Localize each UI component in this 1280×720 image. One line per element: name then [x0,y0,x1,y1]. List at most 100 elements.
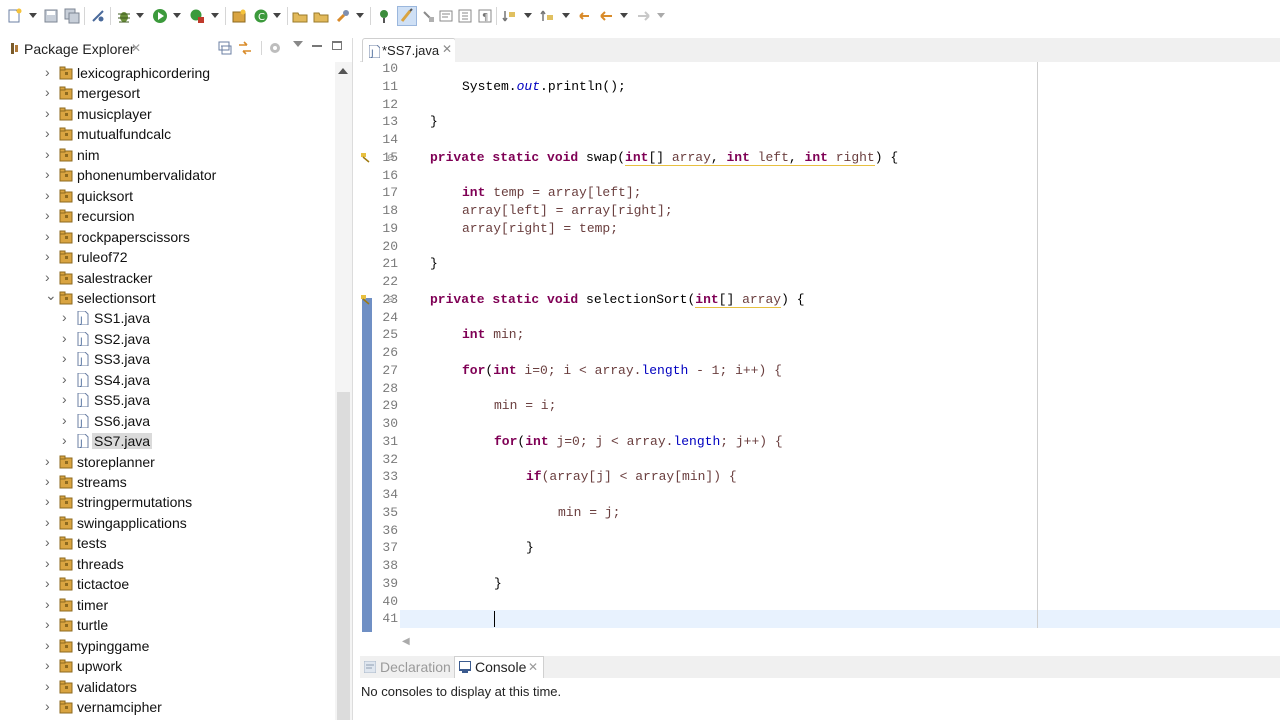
chevron-right-icon[interactable]: › [45,575,55,591]
tree-item[interactable]: › salestracker [0,269,335,288]
tree-item[interactable]: › turtle [0,616,335,635]
tree-item[interactable]: › musicplayer [0,105,335,124]
tree-item[interactable]: › timer [0,596,335,615]
chevron-down-icon[interactable] [620,13,628,18]
chevron-right-icon[interactable]: › [45,105,55,121]
chevron-down-icon[interactable] [173,13,181,18]
tree-item[interactable]: › J SS5.java [0,391,335,410]
run-icon[interactable] [152,8,168,24]
tree-item[interactable]: › threads [0,555,335,574]
pilcrow-icon[interactable]: ¶ [477,8,493,24]
previous-annotation-icon[interactable] [539,8,555,24]
tree-item[interactable]: › streams [0,473,335,492]
pin-icon[interactable] [376,8,392,24]
tab-declaration[interactable]: Declaration [380,659,451,675]
tree-item[interactable]: › J SS6.java [0,412,335,431]
tree-item[interactable]: › upwork [0,657,335,676]
tree-item[interactable]: › J SS7.java [0,432,335,451]
tree-item[interactable]: › recursion [0,207,335,226]
chevron-right-icon[interactable]: › [45,207,55,223]
new-icon[interactable] [7,8,23,24]
save-icon[interactable] [43,8,59,24]
forward-icon[interactable] [636,8,652,24]
toggle-mark-occurrences-icon[interactable] [397,6,417,26]
chevron-right-icon[interactable]: › [45,678,55,694]
next-annotation-icon[interactable] [501,8,517,24]
tree-item[interactable]: › J SS2.java [0,330,335,349]
fold-icon[interactable]: ⊖ [387,152,395,163]
tree-item[interactable]: › nim [0,146,335,165]
view-menu-icon[interactable] [293,41,303,47]
chevron-right-icon[interactable]: › [62,412,72,428]
chevron-down-icon[interactable] [524,13,532,18]
horizontal-scrollbar[interactable]: ◀ [400,632,1280,647]
open-type-icon[interactable] [292,8,308,24]
link-with-editor-icon[interactable] [237,41,253,55]
maximize-icon[interactable] [332,41,342,50]
package-explorer-title[interactable]: Package Explorer [24,41,135,57]
chevron-right-icon[interactable]: › [45,187,55,203]
tree-item[interactable]: › ruleof72 [0,248,335,267]
open-folder-icon[interactable] [313,8,329,24]
tree-item[interactable]: › stringpermutations [0,493,335,512]
chevron-right-icon[interactable]: › [45,248,55,264]
close-icon[interactable]: ✕ [442,42,452,56]
chevron-right-icon[interactable]: › [45,269,55,285]
chevron-right-icon[interactable]: › [62,432,72,448]
chevron-down-icon[interactable] [136,13,144,18]
chevron-down-icon[interactable] [273,13,281,18]
tree-item[interactable]: › lexicographicordering [0,64,335,83]
tree-item[interactable]: › tests [0,534,335,553]
chevron-right-icon[interactable]: › [45,657,55,673]
close-icon[interactable]: ✕ [131,41,141,55]
code-editor[interactable]: 10 11 12 13 14 15 16 17 18 19 20 21 22 23 24 25 26 27 28 29… [360,61,1280,647]
code-area[interactable]: System.out.println(); } private static v… [400,62,1280,632]
chevron-right-icon[interactable]: › [45,125,55,141]
chevron-down-icon[interactable] [562,13,570,18]
collapse-all-icon[interactable] [218,41,232,55]
tree-item[interactable]: › phonenumbervalidator [0,166,335,185]
close-icon[interactable]: ✕ [528,660,538,674]
tree-item[interactable]: › tictactoe [0,575,335,594]
chevron-right-icon[interactable]: › [62,371,72,387]
tree-item[interactable]: › mutualfundcalc [0,125,335,144]
chevron-down-icon[interactable]: ⌄ [45,287,57,304]
search-icon[interactable] [335,8,351,24]
tree-item[interactable]: › quicksort [0,187,335,206]
word-wrap-icon[interactable] [438,8,454,24]
tree-item[interactable]: › typinggame [0,637,335,656]
tree-item[interactable]: › rockpaperscissors [0,228,335,247]
minimize-icon[interactable] [312,45,322,47]
tree-item[interactable]: › swingapplications [0,514,335,533]
chevron-right-icon[interactable]: › [62,350,72,366]
chevron-down-icon[interactable] [356,13,364,18]
new-java-project-icon[interactable] [231,8,247,24]
chevron-right-icon[interactable]: › [45,637,55,653]
chevron-right-icon[interactable]: › [62,330,72,346]
tree-item[interactable]: › J SS3.java [0,350,335,369]
last-edit-location-icon[interactable] [576,8,592,24]
chevron-right-icon[interactable]: › [45,555,55,571]
chevron-right-icon[interactable]: › [45,514,55,530]
chevron-right-icon[interactable]: › [45,84,55,100]
chevron-right-icon[interactable]: › [62,391,72,407]
chevron-right-icon[interactable]: › [62,309,72,325]
new-class-icon[interactable]: C [253,8,269,24]
fold-icon[interactable]: ⊖ [387,294,395,305]
scroll-left-icon[interactable]: ◀ [402,636,410,647]
block-selection-icon[interactable] [420,8,436,24]
chevron-right-icon[interactable]: › [45,166,55,182]
save-all-icon[interactable] [64,8,80,24]
focus-icon[interactable] [268,41,282,55]
tree-scrollbar[interactable] [335,62,352,720]
chevron-right-icon[interactable]: › [45,64,55,80]
chevron-down-icon[interactable] [657,13,665,18]
tab-console[interactable]: Console ✕ [454,656,544,678]
show-whitespace-icon[interactable] [457,8,473,24]
chevron-right-icon[interactable]: › [45,453,55,469]
chevron-right-icon[interactable]: › [45,493,55,509]
warning-marker-icon[interactable] [360,151,371,163]
chevron-down-icon[interactable] [29,13,37,18]
scroll-up-icon[interactable] [338,68,348,74]
tree-item[interactable]: › J SS4.java [0,371,335,390]
